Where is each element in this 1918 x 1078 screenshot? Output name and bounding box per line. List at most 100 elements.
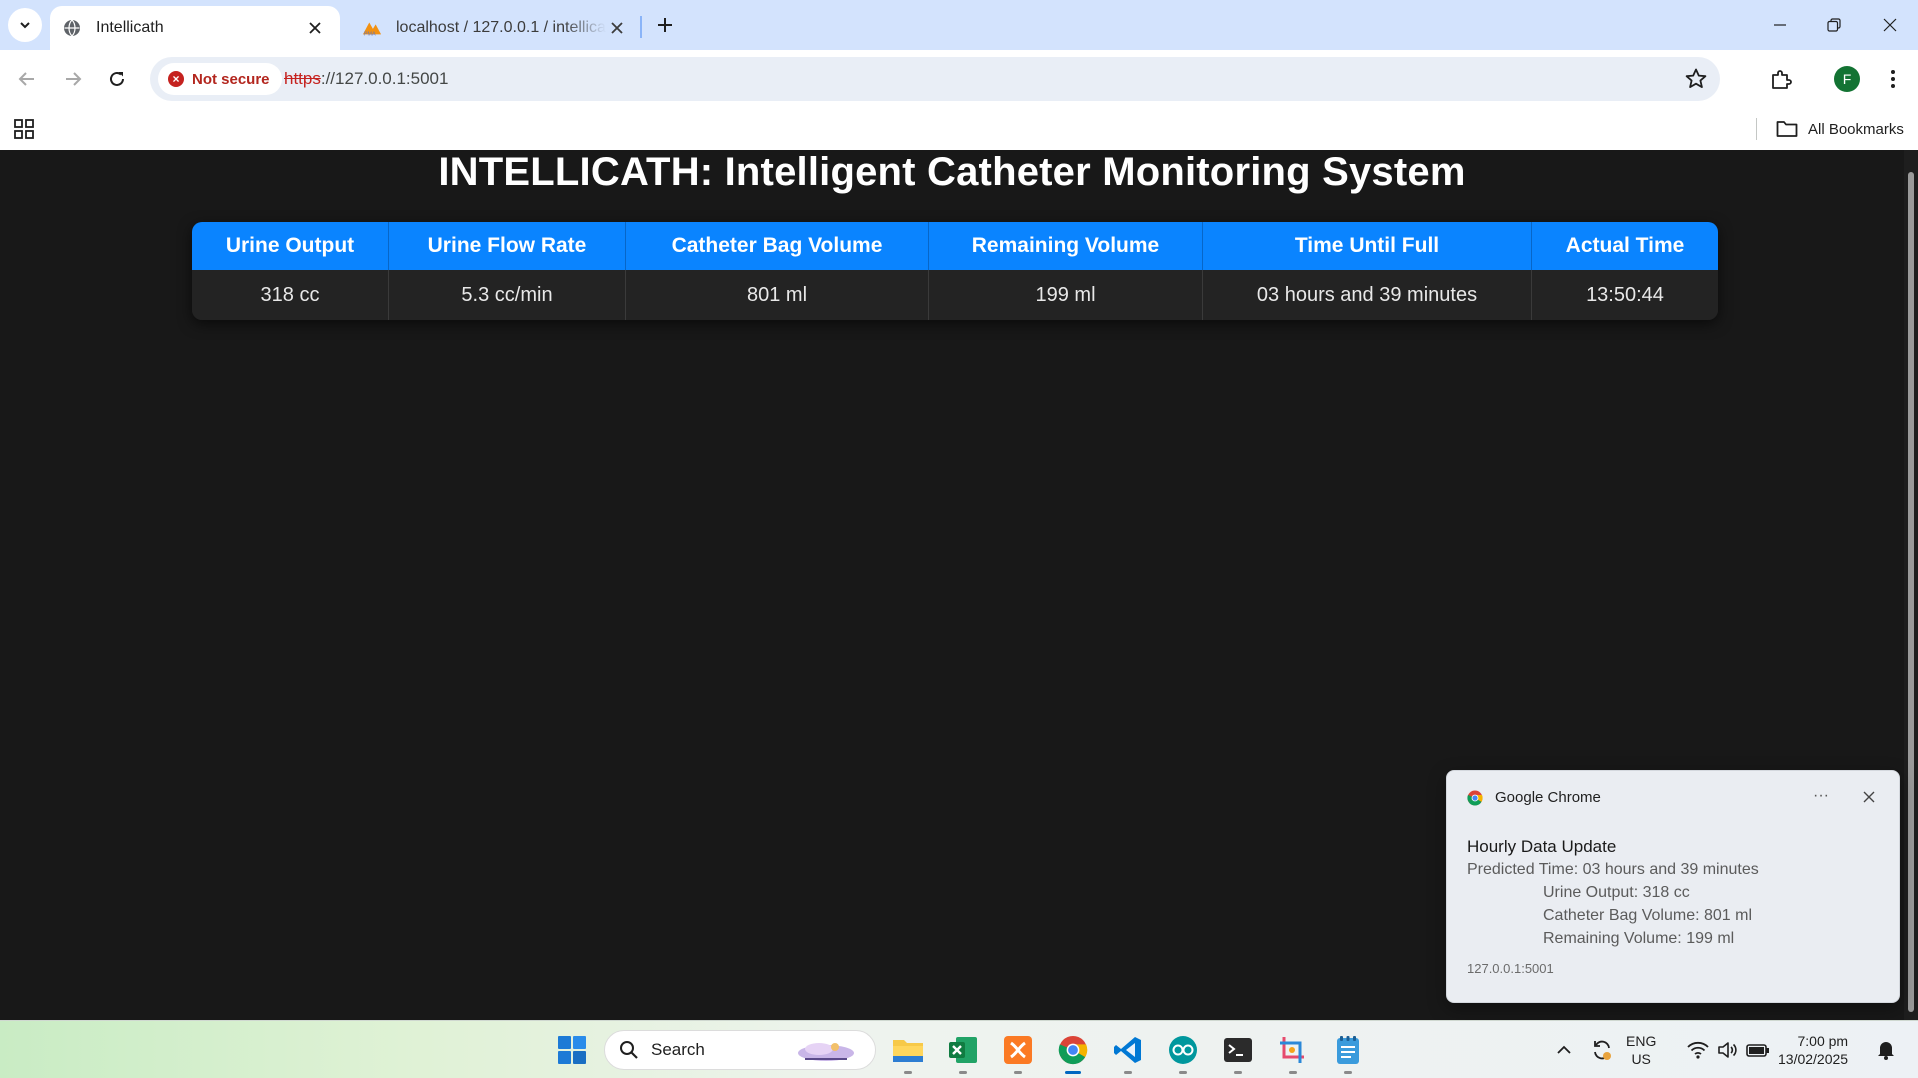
- new-tab-button[interactable]: [650, 10, 680, 40]
- notification-line: Predicted Time: 03 hours and 39 minutes: [1467, 861, 1759, 878]
- bookmarks-separator: [1756, 118, 1757, 140]
- profile-avatar[interactable]: F: [1834, 66, 1860, 92]
- notifications-button[interactable]: [1872, 1035, 1900, 1065]
- snipping-tool-icon: [1280, 1037, 1304, 1063]
- apps-grid-icon[interactable]: [12, 117, 36, 141]
- battery-button[interactable]: [1744, 1035, 1772, 1065]
- arrow-left-icon: [18, 72, 34, 86]
- bookmark-star-icon[interactable]: [1684, 67, 1708, 91]
- taskbar-xampp[interactable]: [998, 1030, 1038, 1074]
- taskbar-file-explorer[interactable]: [888, 1030, 928, 1074]
- taskbar-snipping-tool[interactable]: [1273, 1030, 1313, 1074]
- tab-intellicath[interactable]: Intellicath: [50, 6, 340, 50]
- security-chip[interactable]: × Not secure: [158, 63, 282, 95]
- running-indicator: [1344, 1071, 1352, 1074]
- sync-status-button[interactable]: [1588, 1035, 1616, 1065]
- chrome-icon: [1058, 1035, 1088, 1065]
- taskbar-vscode[interactable]: [1108, 1030, 1148, 1074]
- battery-icon: [1746, 1044, 1769, 1057]
- taskbar: Search ENG US 7:00 pm 13/02/2025: [0, 1020, 1918, 1078]
- running-indicator: [1234, 1071, 1242, 1074]
- table-row: 318 cc 5.3 cc/min 801 ml 199 ml 03 hours…: [192, 270, 1718, 320]
- table-cell: 199 ml: [929, 270, 1203, 320]
- show-hidden-icons-button[interactable]: [1552, 1035, 1576, 1065]
- table-cell: 13:50:44: [1532, 270, 1718, 320]
- system-clock[interactable]: 7:00 pm 13/02/2025: [1778, 1032, 1848, 1068]
- back-button[interactable]: [10, 62, 44, 96]
- table-cell: 318 cc: [192, 270, 389, 320]
- volume-button[interactable]: [1714, 1035, 1742, 1065]
- notification-origin: 127.0.0.1:5001: [1467, 961, 1554, 976]
- close-tab-icon[interactable]: [606, 17, 628, 39]
- notification-close-button[interactable]: [1857, 785, 1881, 809]
- scrollbar-thumb[interactable]: [1908, 172, 1914, 1012]
- running-indicator: [904, 1071, 912, 1074]
- forward-button[interactable]: [56, 62, 90, 96]
- minimize-icon: [1774, 24, 1786, 26]
- close-tab-icon[interactable]: [304, 17, 326, 39]
- tab-separator: [640, 16, 642, 38]
- taskbar-chrome[interactable]: [1053, 1030, 1093, 1074]
- address-bar[interactable]: × Not secure https://127.0.0.1:5001: [150, 57, 1720, 101]
- url-host: ://127.0.0.1:5001: [320, 69, 449, 88]
- running-indicator: [1124, 1071, 1132, 1074]
- page-scrollbar[interactable]: [1904, 150, 1918, 1020]
- reload-button[interactable]: [100, 62, 134, 96]
- network-button[interactable]: [1684, 1035, 1712, 1065]
- tab-title: Intellicath: [96, 19, 164, 36]
- plus-icon: [658, 18, 672, 32]
- chrome-icon: [1467, 790, 1483, 806]
- close-window-button[interactable]: [1862, 0, 1918, 50]
- table-cell: 03 hours and 39 minutes: [1203, 270, 1532, 320]
- taskbar-excel[interactable]: [943, 1030, 983, 1074]
- taskbar-search[interactable]: Search: [604, 1030, 876, 1070]
- all-bookmarks-button[interactable]: All Bookmarks: [1776, 117, 1904, 141]
- monitoring-table: Urine Output Urine Flow Rate Catheter Ba…: [192, 222, 1718, 320]
- close-icon: [1863, 791, 1875, 803]
- restore-icon: [1827, 18, 1841, 32]
- tab-phpmyadmin[interactable]: PMA localhost / 127.0.0.1 / intellicath: [350, 6, 640, 50]
- extensions-button[interactable]: [1764, 62, 1798, 96]
- speaker-icon: [1718, 1042, 1737, 1058]
- minimize-button[interactable]: [1752, 0, 1808, 50]
- taskbar-terminal[interactable]: [1218, 1030, 1258, 1074]
- notification-line: Urine Output: 318 cc: [1543, 884, 1690, 901]
- warning-icon: ×: [168, 71, 184, 87]
- notification-heading: Hourly Data Update: [1467, 837, 1617, 856]
- browser-toolbar: × Not secure https://127.0.0.1:5001 F: [0, 50, 1918, 108]
- url-text[interactable]: https://127.0.0.1:5001: [284, 69, 448, 89]
- security-label: Not secure: [192, 70, 270, 88]
- start-button[interactable]: [552, 1030, 592, 1070]
- region-label: US: [1631, 1051, 1651, 1067]
- chevron-up-icon: [1557, 1045, 1571, 1054]
- svg-text:PMA: PMA: [364, 31, 376, 37]
- language-indicator[interactable]: ENG US: [1626, 1032, 1656, 1068]
- taskbar-arduino[interactable]: [1163, 1030, 1203, 1074]
- running-indicator: [1289, 1071, 1297, 1074]
- tab-search-button[interactable]: [8, 8, 42, 42]
- table-cell: 5.3 cc/min: [389, 270, 626, 320]
- menu-button[interactable]: [1876, 62, 1910, 96]
- restore-button[interactable]: [1806, 0, 1862, 50]
- kebab-menu-icon: [1891, 70, 1895, 88]
- search-icon: [620, 1041, 638, 1059]
- chevron-down-icon: [20, 22, 30, 29]
- running-indicator: [959, 1071, 967, 1074]
- taskbar-notepad[interactable]: [1328, 1030, 1368, 1074]
- table-header-row: Urine Output Urine Flow Rate Catheter Ba…: [192, 222, 1718, 270]
- bookmarks-bar: All Bookmarks: [0, 108, 1918, 150]
- notification-toast[interactable]: Google Chrome ··· Hourly Data Update Pre…: [1446, 770, 1900, 1003]
- url-scheme: https: [284, 69, 321, 88]
- notification-line: Remaining Volume: 199 ml: [1543, 930, 1735, 947]
- start-icon: [558, 1036, 586, 1064]
- notification-more-button[interactable]: ···: [1809, 787, 1833, 807]
- puzzle-icon: [1772, 70, 1792, 89]
- column-header: Time Until Full: [1203, 222, 1532, 270]
- globe-icon: [62, 18, 82, 38]
- file-explorer-icon: [893, 1040, 923, 1062]
- xampp-icon: [1004, 1036, 1032, 1064]
- vscode-icon: [1114, 1037, 1141, 1063]
- tab-strip: Intellicath PMA localhost / 127.0.0.1 / …: [0, 0, 1918, 50]
- search-label: Search: [651, 1040, 705, 1059]
- page-title: INTELLICATH: Intelligent Catheter Monito…: [438, 150, 1466, 194]
